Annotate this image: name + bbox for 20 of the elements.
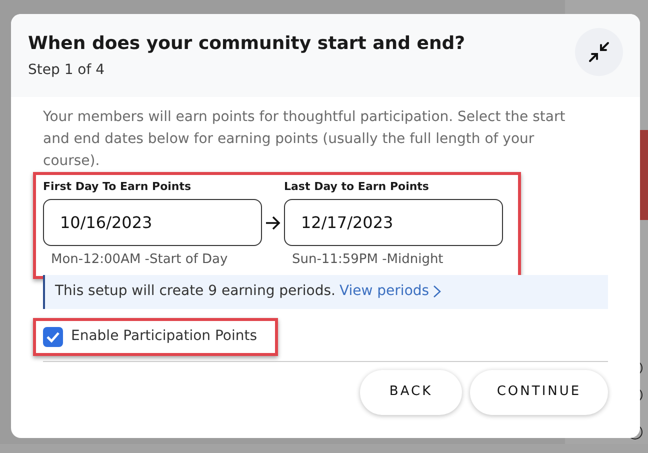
back-button[interactable]: BACK — [360, 370, 462, 414]
field-label: First Day To Earn Points — [43, 179, 192, 195]
date-field[interactable]: 12/17/2023 — [284, 199, 503, 246]
dialog-title: When does your community start and end? — [28, 32, 466, 56]
arrow-icon — [265, 216, 281, 230]
checkbox-label: Enable Participation Points — [71, 327, 258, 346]
collapse-button[interactable] — [575, 28, 623, 76]
field-hint: Mon-12:00AM -Start of Day — [51, 252, 228, 267]
view-periods-link[interactable]: View periods — [340, 281, 442, 302]
field-hint: Sun-11:59PM -Midnight — [292, 252, 444, 267]
date-field[interactable]: 10/16/2023 — [43, 199, 262, 246]
description-text: Your members will earn points for thoughtful participation. Select the start and end dates below for earning points (usually the full length of your course). — [43, 108, 566, 171]
info-text: This setup will create 9 earning periods. — [55, 282, 336, 301]
check-icon — [46, 330, 60, 342]
checkbox[interactable] — [43, 326, 63, 346]
chevron-icon — [433, 285, 442, 298]
collapse-icon — [588, 41, 610, 63]
step-indicator: Step 1 of 4 — [28, 61, 106, 80]
continue-button[interactable]: CONTINUE — [470, 370, 608, 414]
field-label: Last Day to Earn Points — [284, 179, 430, 195]
